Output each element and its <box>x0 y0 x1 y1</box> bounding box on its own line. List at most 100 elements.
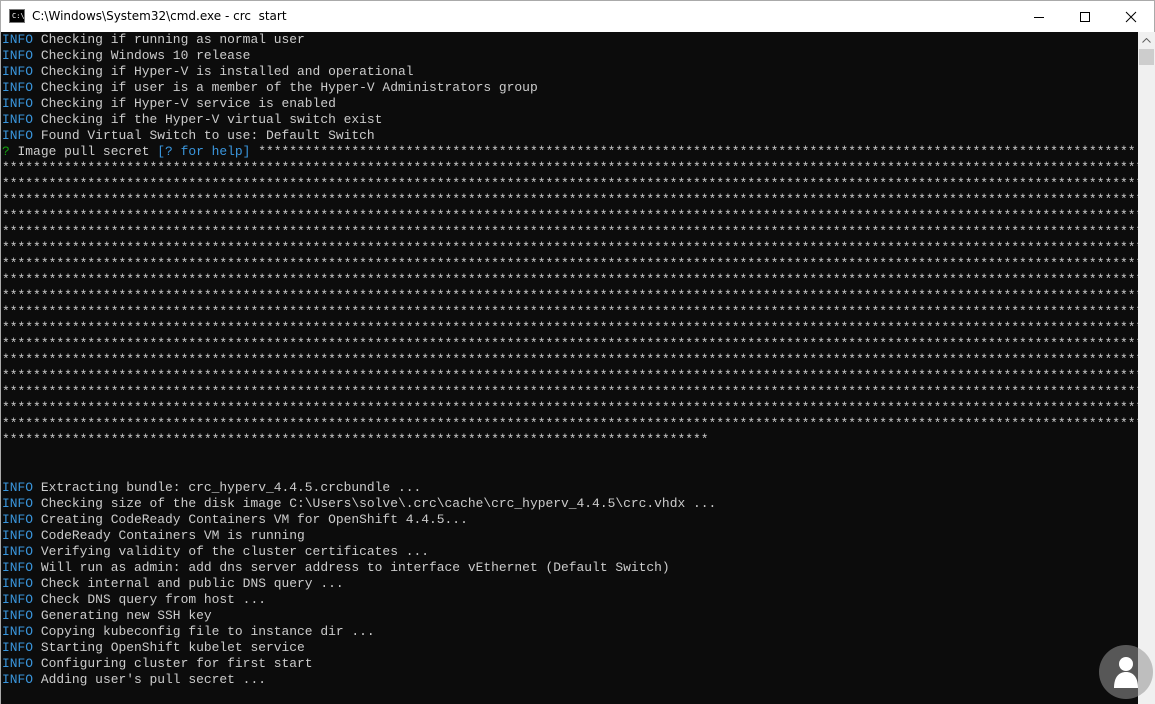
log-level-label: INFO <box>2 112 34 127</box>
log-message: Checking if Hyper-V is installed and ope… <box>40 64 414 79</box>
console-line: ****************************************… <box>2 384 1138 400</box>
prompt-mark: ? <box>2 144 10 159</box>
console-line: ****************************************… <box>2 336 1138 352</box>
console-text: ****************************************… <box>2 272 1138 287</box>
cmd-prompt-icon[interactable]: C:\ <box>9 9 25 23</box>
console-text: ****************************************… <box>2 368 1138 383</box>
console-lines: INFO Checking if running as normal user I… <box>2 32 1138 688</box>
scrollbar-thumb[interactable] <box>1139 49 1154 65</box>
log-message: Extracting bundle: crc_hyperv_4.4.5.crcb… <box>40 480 422 495</box>
console-line: INFO Check DNS query from host ... <box>2 592 1138 608</box>
close-icon <box>1125 11 1137 23</box>
console-text: ****************************************… <box>2 160 1138 175</box>
close-button[interactable] <box>1108 1 1154 32</box>
log-message: Configuring cluster for first start <box>40 656 313 671</box>
scroll-up-button[interactable] <box>1138 32 1155 49</box>
console-text: ****************************************… <box>2 320 1138 335</box>
minimize-icon <box>1034 17 1044 18</box>
console-line: INFO Checking if the Hyper-V virtual swi… <box>2 112 1138 128</box>
cmd-window: C:\ C:\Windows\System32\cmd.exe - crc st… <box>0 0 1155 704</box>
log-message: Verifying validity of the cluster certif… <box>40 544 430 559</box>
console-line: ****************************************… <box>2 160 1138 176</box>
log-message: Check internal and public DNS query ... <box>40 576 344 591</box>
maximize-icon <box>1080 12 1090 22</box>
console-text: ****************************************… <box>2 208 1138 223</box>
prompt-label: Image pull secret <box>17 144 150 159</box>
masked-secret-input: ****************************************… <box>258 144 1136 159</box>
console-line: INFO Checking if user is a member of the… <box>2 80 1138 96</box>
log-level-label: INFO <box>2 96 34 111</box>
console-line: ****************************************… <box>2 272 1138 288</box>
console-line: INFO Verifying validity of the cluster c… <box>2 544 1138 560</box>
log-level-label: INFO <box>2 544 34 559</box>
console-text: ****************************************… <box>2 416 1138 431</box>
person-silhouette-icon <box>1114 657 1138 688</box>
console-line: INFO Generating new SSH key <box>2 608 1138 624</box>
minimize-button[interactable] <box>1016 1 1062 32</box>
log-message: Checking if Hyper-V service is enabled <box>40 96 336 111</box>
maximize-button[interactable] <box>1062 1 1108 32</box>
console-text: ****************************************… <box>2 288 1138 303</box>
console-text: ****************************************… <box>2 240 1138 255</box>
log-level-label: INFO <box>2 48 34 63</box>
console-line: ****************************************… <box>2 352 1138 368</box>
console-line: INFO CodeReady Containers VM is running <box>2 528 1138 544</box>
log-message: Generating new SSH key <box>40 608 212 623</box>
console-text: ****************************************… <box>2 256 1138 271</box>
vertical-scrollbar[interactable] <box>1138 32 1155 704</box>
console-text: ****************************************… <box>2 336 1138 351</box>
log-level-label: INFO <box>2 624 34 639</box>
console-line: INFO Copying kubeconfig file to instance… <box>2 624 1138 640</box>
log-message: Checking size of the disk image C:\Users… <box>40 496 717 511</box>
log-level-label: INFO <box>2 608 34 623</box>
console-text: ****************************************… <box>2 352 1138 367</box>
log-level-label: INFO <box>2 496 34 511</box>
console-text: ****************************************… <box>2 432 709 447</box>
window-title: C:\Windows\System32\cmd.exe - crc start <box>32 9 287 23</box>
log-level-label: INFO <box>2 672 34 687</box>
console-line: INFO Extracting bundle: crc_hyperv_4.4.5… <box>2 480 1138 496</box>
console-text: ****************************************… <box>2 304 1138 319</box>
console-line: INFO Checking Windows 10 release <box>2 48 1138 64</box>
log-level-label: INFO <box>2 656 34 671</box>
console-line: ****************************************… <box>2 400 1138 416</box>
log-message: Will run as admin: add dns server addres… <box>40 560 670 575</box>
log-level-label: INFO <box>2 128 34 143</box>
log-message: Starting OpenShift kubelet service <box>40 640 305 655</box>
console-line: INFO Starting OpenShift kubelet service <box>2 640 1138 656</box>
console-text: ****************************************… <box>2 192 1138 207</box>
log-message: Checking if user is a member of the Hype… <box>40 80 538 95</box>
chevron-up-icon <box>1142 38 1151 43</box>
console-line: ****************************************… <box>2 208 1138 224</box>
log-message: Checking Windows 10 release <box>40 48 251 63</box>
console-line: ****************************************… <box>2 224 1138 240</box>
console-line: ****************************************… <box>2 320 1138 336</box>
console-line: ****************************************… <box>2 288 1138 304</box>
log-level-label: INFO <box>2 32 34 47</box>
log-level-label: INFO <box>2 64 34 79</box>
console-line: ****************************************… <box>2 416 1138 432</box>
title-bar[interactable]: C:\ C:\Windows\System32\cmd.exe - crc st… <box>1 1 1154 32</box>
log-message: Copying kubeconfig file to instance dir … <box>40 624 375 639</box>
console-line: INFO Creating CodeReady Containers VM fo… <box>2 512 1138 528</box>
log-level-label: INFO <box>2 640 34 655</box>
help-hint: [? for help] <box>157 144 251 159</box>
log-level-label: INFO <box>2 80 34 95</box>
log-level-label: INFO <box>2 480 34 495</box>
console-output[interactable]: INFO Checking if running as normal user I… <box>1 32 1138 704</box>
console-line: ****************************************… <box>2 368 1138 384</box>
console-line: ****************************************… <box>2 240 1138 256</box>
log-message: Adding user's pull secret ... <box>40 672 266 687</box>
log-message: Checking if the Hyper-V virtual switch e… <box>40 112 383 127</box>
console-line: ****************************************… <box>2 192 1138 208</box>
log-level-label: INFO <box>2 592 34 607</box>
log-level-label: INFO <box>2 560 34 575</box>
log-message: Creating CodeReady Containers VM for Ope… <box>40 512 468 527</box>
watermark-badge <box>1099 645 1153 699</box>
console-line: INFO Checking if Hyper-V service is enab… <box>2 96 1138 112</box>
console-line: ? Image pull secret [? for help] *******… <box>2 144 1138 160</box>
console-text: ****************************************… <box>2 400 1138 415</box>
log-level-label: INFO <box>2 576 34 591</box>
